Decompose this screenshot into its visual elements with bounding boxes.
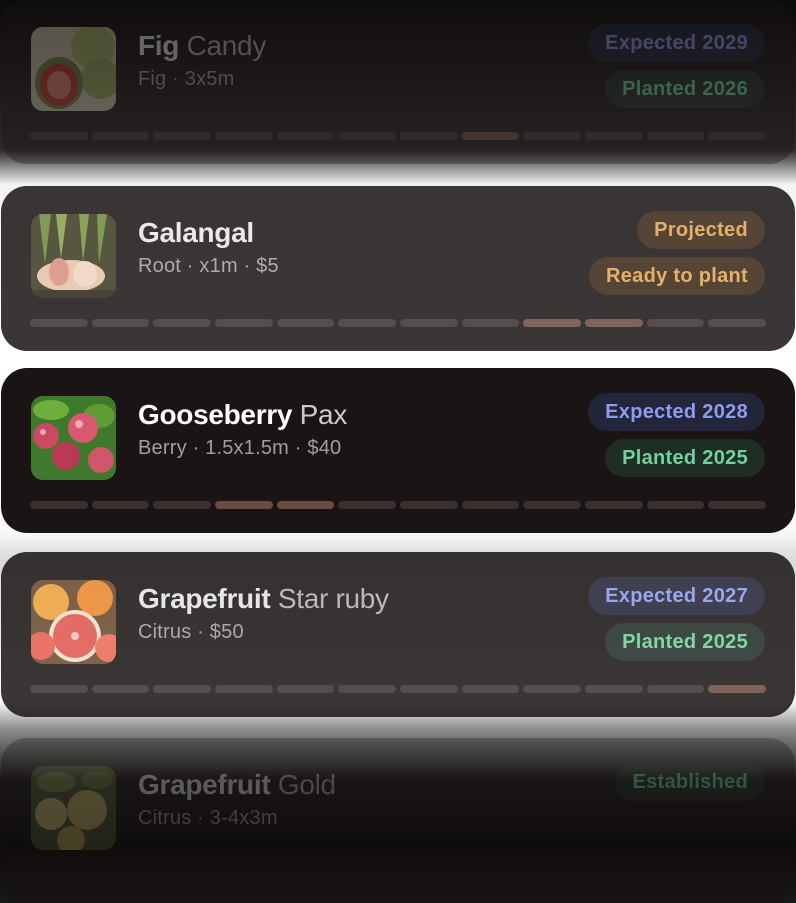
progress-segment	[585, 685, 643, 693]
progress-segment	[153, 685, 212, 693]
plant-subtitle: Citrus · $50	[138, 621, 244, 643]
progress-segment	[523, 319, 582, 327]
progress-segment	[646, 132, 705, 140]
progress-segment	[585, 132, 643, 140]
progress-segment	[400, 685, 458, 693]
plant-name: Grapefruit	[138, 769, 271, 800]
plant-title: Grapefruit Star ruby	[138, 583, 389, 615]
plant-title: Galangal	[138, 217, 254, 249]
plant-title: Fig Candy	[138, 30, 266, 62]
progress-segment	[215, 685, 273, 693]
progress-segment	[30, 685, 88, 693]
progress-segment	[215, 319, 273, 327]
progress-segment	[708, 501, 767, 509]
progress-segment	[523, 685, 582, 693]
plant-card-galangal[interactable]: Galangal Root · x1m · $5 Projected Ready…	[1, 186, 795, 351]
progress-segment	[276, 132, 335, 140]
progress-segment	[585, 501, 643, 509]
progress-segments	[30, 319, 767, 327]
progress-segment	[91, 132, 150, 140]
progress-segment	[91, 319, 150, 327]
progress-segment	[30, 501, 88, 509]
progress-segment	[276, 685, 335, 693]
plant-subtitle: Berry · 1.5x1.5m · $40	[138, 437, 342, 459]
grapefruit-photo	[31, 580, 116, 664]
projected-badge: Projected	[637, 211, 765, 249]
galangal-photo	[31, 214, 116, 298]
plant-subtitle: Citrus · 3-4x3m	[138, 807, 278, 829]
plant-subtitle: Root · x1m · $5	[138, 255, 279, 277]
plant-variety: Gold	[277, 769, 336, 800]
plant-card-grapefruit-star-ruby[interactable]: Grapefruit Star ruby Citrus · $50 Expect…	[1, 552, 795, 717]
plant-card-fig[interactable]: Fig Candy Fig · 3x5m Expected 2029 Plant…	[1, 0, 795, 164]
progress-segment	[338, 132, 397, 140]
progress-segment	[91, 501, 150, 509]
expected-badge: Expected 2028	[588, 393, 765, 431]
planted-badge: Planted 2025	[605, 623, 765, 661]
plant-name: Fig	[138, 30, 180, 61]
progress-segments	[30, 501, 767, 509]
progress-segment	[215, 501, 273, 509]
progress-segment	[153, 319, 212, 327]
plant-subtitle: Fig · 3x5m	[138, 68, 235, 90]
progress-segment	[708, 319, 767, 327]
plant-title: Grapefruit Gold	[138, 769, 336, 801]
plant-variety: Candy	[186, 30, 267, 61]
plant-card-grapefruit-gold[interactable]: Grapefruit Gold Citrus · 3-4x3m Establis…	[1, 738, 795, 903]
progress-segments	[30, 685, 767, 693]
planted-badge: Planted 2026	[605, 70, 765, 108]
plant-variety: Star ruby	[277, 583, 389, 614]
progress-segment	[461, 132, 520, 140]
plant-title: Gooseberry Pax	[138, 399, 347, 431]
established-badge: Established	[615, 763, 765, 801]
expected-badge: Expected 2027	[588, 577, 765, 615]
progress-segment	[646, 319, 705, 327]
progress-segment	[585, 319, 643, 327]
progress-segment	[276, 501, 335, 509]
expected-badge: Expected 2029	[588, 24, 765, 62]
progress-segment	[708, 132, 767, 140]
progress-segment	[461, 319, 520, 327]
progress-segment	[276, 319, 335, 327]
progress-segment	[646, 501, 705, 509]
grapefruit-gold-photo	[31, 766, 116, 850]
progress-segment	[523, 132, 582, 140]
progress-segment	[708, 685, 767, 693]
progress-segment	[461, 501, 520, 509]
plant-name: Gooseberry	[138, 399, 293, 430]
plant-card-gooseberry[interactable]: Gooseberry Pax Berry · 1.5x1.5m · $40 Ex…	[1, 368, 795, 533]
progress-segment	[153, 132, 212, 140]
gooseberry-photo	[31, 396, 116, 480]
progress-segment	[338, 685, 397, 693]
progress-segment	[30, 319, 88, 327]
progress-segment	[400, 132, 458, 140]
progress-segment	[400, 501, 458, 509]
progress-segment	[30, 132, 88, 140]
progress-segment	[461, 685, 520, 693]
progress-segments	[30, 132, 767, 140]
fig-photo	[31, 27, 116, 111]
progress-segment	[523, 501, 582, 509]
progress-segment	[338, 501, 397, 509]
progress-segment	[338, 319, 397, 327]
progress-segment	[646, 685, 705, 693]
plant-name: Grapefruit	[138, 583, 271, 614]
ready-to-plant-badge: Ready to plant	[589, 257, 765, 295]
progress-segment	[153, 501, 212, 509]
progress-segment	[400, 319, 458, 327]
progress-segment	[91, 685, 150, 693]
plant-name: Galangal	[138, 217, 254, 248]
progress-segment	[215, 132, 273, 140]
planted-badge: Planted 2025	[605, 439, 765, 477]
plant-variety: Pax	[299, 399, 348, 430]
